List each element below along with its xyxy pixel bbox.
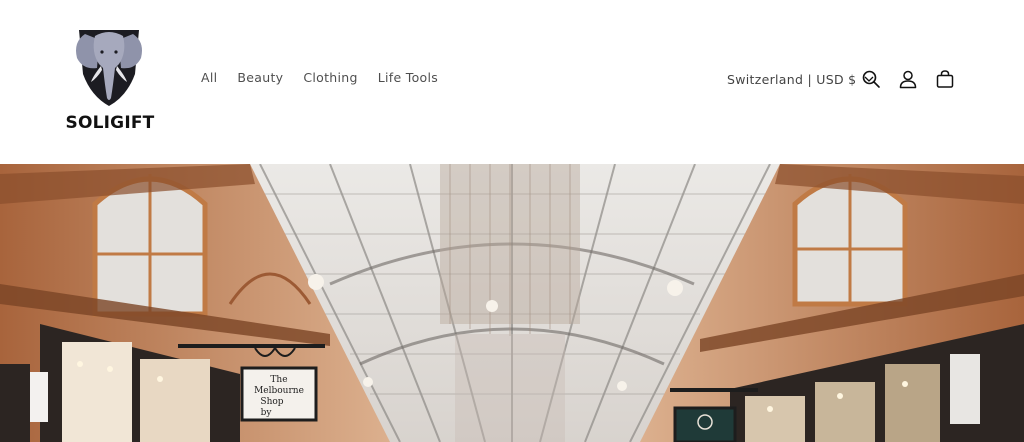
- nav-link-clothing[interactable]: Clothing: [303, 70, 357, 85]
- site-header: SOLIGIFT All Beauty Clothing Life Tools …: [0, 0, 1024, 164]
- main-nav: All Beauty Clothing Life Tools: [201, 70, 458, 85]
- nav-link-all[interactable]: All: [201, 70, 217, 85]
- hero-image: The Melbourne Shop by: [0, 164, 1024, 442]
- brand-logo-link[interactable]: SOLIGIFT: [60, 24, 160, 136]
- account-icon: [899, 70, 917, 89]
- account-button[interactable]: [895, 66, 921, 92]
- search-button[interactable]: [858, 66, 884, 92]
- cart-icon: [936, 70, 954, 88]
- svg-text:Melbourne: Melbourne: [254, 386, 304, 396]
- nav-link-beauty[interactable]: Beauty: [237, 70, 283, 85]
- svg-text:Shop: Shop: [260, 397, 283, 407]
- search-icon: [862, 70, 880, 88]
- country-currency-label: Switzerland | USD $: [727, 71, 857, 87]
- cart-button[interactable]: [932, 66, 958, 92]
- svg-text:by: by: [261, 408, 273, 418]
- brand-name: SOLIGIFT: [65, 113, 155, 133]
- elephant-shield-icon: [76, 30, 142, 106]
- country-currency-selector[interactable]: Switzerland | USD $: [727, 69, 875, 89]
- nav-link-life-tools[interactable]: Life Tools: [378, 70, 438, 85]
- svg-text:The: The: [270, 375, 287, 385]
- hero-banner: The Melbourne Shop by: [0, 164, 1024, 442]
